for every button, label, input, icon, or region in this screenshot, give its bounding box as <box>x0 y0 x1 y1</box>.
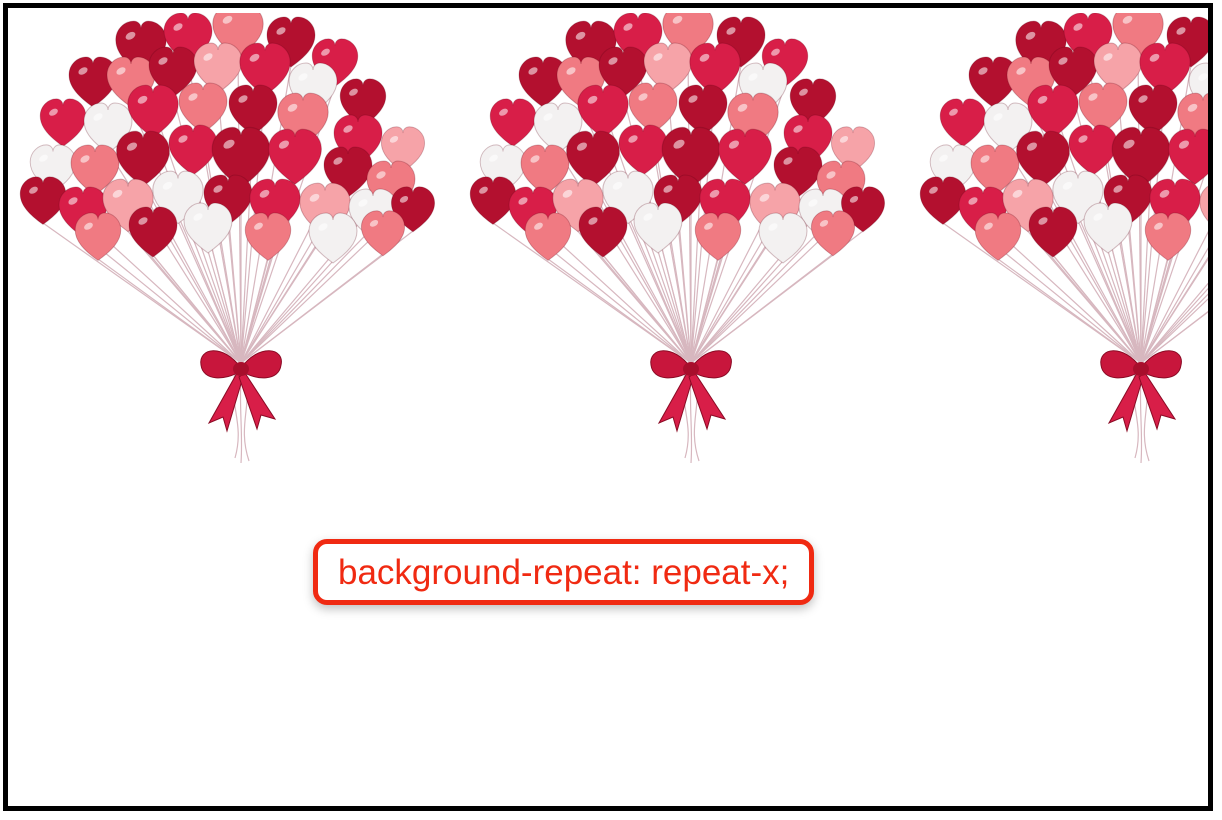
balloon-bouquet-graphic <box>469 13 886 464</box>
heart-balloon-bouquet-icon <box>463 13 903 473</box>
balloon-bouquet-graphic <box>19 13 436 464</box>
css-caption-text: background-repeat: repeat-x; <box>338 552 790 592</box>
heart-balloon-bouquet-icon <box>913 13 1208 473</box>
heart-balloon-bouquet-icon <box>13 13 453 473</box>
demo-frame: background-repeat: repeat-x; <box>3 3 1213 811</box>
css-caption-box: background-repeat: repeat-x; <box>313 539 815 605</box>
balloon-bouquet-graphic <box>919 13 1208 464</box>
